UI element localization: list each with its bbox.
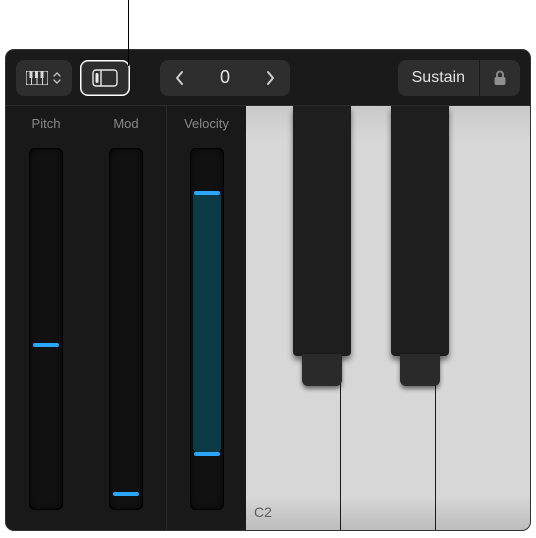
velocity-min-handle[interactable] [194,452,220,456]
pitch-slider[interactable] [29,148,63,510]
octave-value: 0 [200,67,250,88]
pitch-slider-thumb[interactable] [33,343,59,347]
keyboard-mode-selector[interactable] [16,60,72,96]
controller-panel-toggle[interactable] [80,60,130,96]
velocity-max-handle[interactable] [194,191,220,195]
mod-slider-thumb[interactable] [113,492,139,496]
sustain-group: Sustain [398,60,520,96]
black-key-tip [400,354,440,386]
controller-panel: Pitch Mod Velocity [6,106,246,530]
side-panel-icon [92,69,118,87]
key-label-c2: C2 [254,504,272,520]
chevron-left-icon [174,69,186,87]
velocity-range-fill [193,191,221,452]
piano-keyboard: C2 [246,106,530,530]
black-key-body [391,106,449,356]
black-key[interactable] [390,106,450,386]
black-key-body [293,106,351,356]
callout-line [128,0,129,66]
piano-icon [26,71,48,85]
sustain-lock-button[interactable] [480,60,520,96]
black-key-tip [302,354,342,386]
chevron-updown-icon [52,71,62,85]
mod-label: Mod [113,116,138,138]
chevron-right-icon [264,69,276,87]
white-keys: C2 [246,106,530,530]
mod-slider[interactable] [109,148,143,510]
sustain-button[interactable]: Sustain [398,60,479,96]
toolbar: 0 Sustain [6,50,530,106]
pitch-slider-column: Pitch [6,106,86,530]
velocity-slider[interactable] [190,148,224,510]
velocity-label: Velocity [184,116,229,138]
pitch-label: Pitch [32,116,61,138]
musical-typing-panel: 0 Sustain Pitch Mod [6,50,530,530]
octave-down-button[interactable] [160,60,200,96]
black-key[interactable] [292,106,352,386]
lock-icon [492,69,508,87]
velocity-slider-column: Velocity [166,106,246,530]
octave-stepper: 0 [160,60,290,96]
octave-up-button[interactable] [250,60,290,96]
body: Pitch Mod Velocity [6,106,530,530]
mod-slider-column: Mod [86,106,166,530]
